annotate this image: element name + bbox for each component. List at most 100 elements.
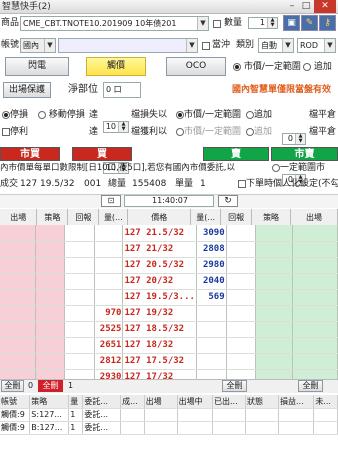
price-cell[interactable]: 127 21.5/32 [122, 225, 197, 242]
report-right-cell[interactable] [226, 353, 257, 370]
strategy-left-cell[interactable] [35, 305, 66, 322]
exit-left-cell[interactable] [0, 305, 36, 322]
buy-button[interactable]: 買 [72, 147, 132, 161]
trailing-radio[interactable] [38, 110, 46, 119]
ask-qty-cell[interactable] [196, 321, 227, 338]
ladder-row[interactable]: 2525 127 18.5/32 [0, 321, 338, 338]
product-select[interactable]: CME_CBT.TNOTE10.201909 10年债201 ▼ [20, 16, 209, 31]
price-cell[interactable]: 127 20.5/32 [122, 257, 197, 274]
exit-left-cell[interactable] [0, 225, 36, 242]
strategy-left-cell[interactable] [35, 289, 66, 306]
exit-left-cell[interactable] [0, 321, 36, 338]
ladder-row[interactable]: 127 21/32 2808 [0, 241, 338, 258]
strategy-right-cell[interactable] [255, 241, 294, 258]
unlock-icon[interactable]: ⊡ [101, 195, 121, 207]
exit-left-cell[interactable] [0, 337, 36, 354]
report-right-cell[interactable] [226, 321, 257, 338]
exit-left-cell[interactable] [0, 353, 36, 370]
report-left-cell[interactable] [64, 305, 95, 322]
bid-qty-cell[interactable]: 970 [94, 305, 124, 322]
stoploss-append-stepper[interactable]: 0 ▲ ▼ [282, 133, 306, 145]
range-market-radio[interactable] [272, 163, 280, 172]
price-cell[interactable]: 127 17.5/32 [122, 353, 197, 370]
report-right-cell[interactable] [226, 241, 257, 258]
ladder-row[interactable]: 127 21.5/32 3090 [0, 225, 338, 242]
ladder-row[interactable]: 127 20.5/32 2980 [0, 257, 338, 274]
exit-right-cell[interactable] [292, 337, 338, 354]
ask-qty-cell[interactable]: 569 [196, 289, 227, 306]
strategy-right-cell[interactable] [255, 305, 294, 322]
delete-all-buy-button[interactable]: 全刪 [38, 380, 63, 392]
strategy-left-cell[interactable] [35, 321, 66, 338]
strategy-left-cell[interactable] [35, 241, 66, 258]
order-col-header[interactable]: 未... [313, 395, 338, 409]
maximize-button[interactable]: □ [300, 1, 312, 12]
strategy-right-cell[interactable] [255, 353, 294, 370]
exit-left-cell[interactable] [0, 289, 36, 306]
market-sell-button[interactable]: 市賣 [271, 147, 338, 161]
range-market-option[interactable]: 一定範圍市 [272, 162, 325, 174]
append-radio[interactable] [303, 62, 311, 71]
price-cell[interactable]: 127 19/32 [122, 305, 197, 322]
order-col-header[interactable]: 出場中 [177, 395, 214, 409]
exit-left-cell[interactable] [0, 257, 36, 274]
sell-button[interactable]: 賣 [203, 147, 269, 161]
ask-qty-cell[interactable]: 2980 [196, 257, 227, 274]
strategy-right-cell[interactable] [255, 289, 294, 306]
trailing-option[interactable]: 移動停損 [38, 109, 85, 121]
exit-right-cell[interactable] [292, 353, 338, 370]
ladder-row[interactable]: 127 20/32 2040 [0, 273, 338, 290]
stoploss-ticks-stepper[interactable]: 10 ▲ ▼ [103, 121, 129, 133]
takeprofit-append-option[interactable]: 追加 [246, 126, 272, 138]
bid-qty-cell[interactable] [94, 257, 124, 274]
qty-checkbox[interactable] [213, 20, 221, 28]
exit-right-cell[interactable] [292, 257, 338, 274]
account-type-select[interactable]: 國內 ▼ [20, 38, 56, 53]
minimize-button[interactable]: – [286, 1, 298, 12]
report-right-cell[interactable] [226, 305, 257, 322]
order-type-select[interactable]: 自動 ▼ [258, 38, 294, 53]
ask-qty-cell[interactable] [196, 337, 227, 354]
stoploss-market-radio[interactable] [176, 110, 184, 119]
report-left-cell[interactable] [64, 225, 95, 242]
exit-left-cell[interactable] [0, 273, 36, 290]
bid-qty-cell[interactable] [94, 273, 124, 290]
stoploss-append-option[interactable]: 追加 [246, 109, 272, 121]
rod-select[interactable]: ROD ▼ [297, 38, 336, 53]
strategy-right-cell[interactable] [255, 273, 294, 290]
exit-right-cell[interactable] [292, 321, 338, 338]
price-cell[interactable]: 127 20/32 [122, 273, 197, 290]
strategy-left-cell[interactable] [35, 337, 66, 354]
ask-qty-cell[interactable]: 2040 [196, 273, 227, 290]
strategy-left-cell[interactable] [35, 273, 66, 290]
oco-tab[interactable]: OCO [166, 57, 226, 76]
report-right-cell[interactable] [226, 257, 257, 274]
strategy-right-cell[interactable] [255, 321, 294, 338]
trigger-tab[interactable]: 觸價 [86, 57, 146, 76]
delete-all-sell-button[interactable]: 全刪 [222, 380, 247, 392]
order-row[interactable]: 觸價:9 S:127... 1 委託... [0, 408, 338, 422]
ladder-row[interactable]: 970 127 19/32 [0, 305, 338, 322]
exit-left-cell[interactable] [0, 241, 36, 258]
exit-right-cell[interactable] [292, 305, 338, 322]
order-col-header[interactable]: 已出... [212, 395, 246, 409]
takeprofit-checkbox[interactable] [2, 127, 10, 136]
qty-stepper[interactable]: 1 ▲ ▼ [248, 17, 278, 29]
order-col-header[interactable]: 狀態 [245, 395, 279, 409]
order-col-header[interactable]: 成... [120, 395, 145, 409]
price-cell[interactable]: 127 18/32 [122, 337, 197, 354]
price-cell[interactable]: 127 19.5/3... [122, 289, 197, 306]
append-option[interactable]: 追加 [303, 61, 332, 73]
exit-right-cell[interactable] [292, 225, 338, 242]
ask-qty-cell[interactable] [196, 353, 227, 370]
report-right-cell[interactable] [226, 289, 257, 306]
takeprofit-append-radio[interactable] [246, 127, 254, 136]
ladder-row[interactable]: 127 19.5/3... 569 [0, 289, 338, 306]
bid-qty-cell[interactable] [94, 289, 124, 306]
order-col-header[interactable]: 帳號 [0, 395, 31, 409]
market-buy-button[interactable]: 市買 [0, 147, 60, 161]
strategy-left-cell[interactable] [35, 257, 66, 274]
report-left-cell[interactable] [64, 273, 95, 290]
takeprofit-market-radio[interactable] [176, 127, 184, 136]
daytrade-checkbox[interactable] [202, 42, 210, 50]
